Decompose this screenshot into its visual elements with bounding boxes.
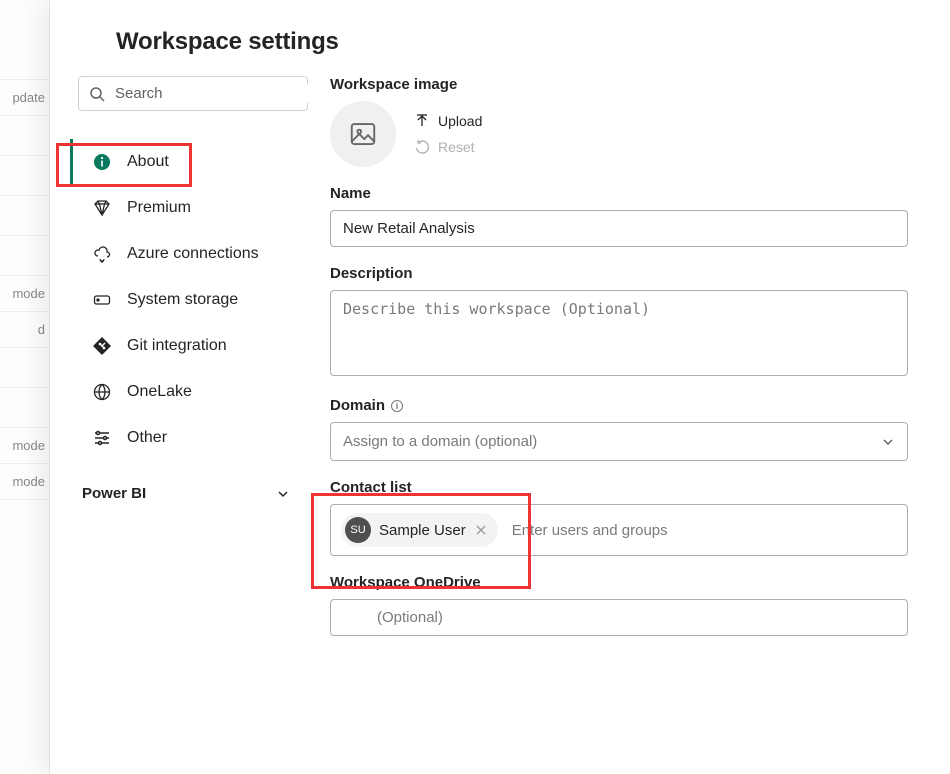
search-icon [89, 86, 105, 102]
reset-icon [414, 139, 430, 155]
nav-label: Azure connections [127, 245, 259, 263]
field-label-name: Name [330, 185, 908, 202]
domain-select[interactable]: Assign to a domain (optional) [330, 422, 908, 461]
nav-label: About [127, 153, 169, 171]
field-label-contact: Contact list [330, 479, 908, 496]
reset-button: Reset [414, 139, 482, 155]
nav-label: Git integration [127, 337, 227, 355]
workspace-image-placeholder[interactable] [330, 101, 396, 167]
onedrive-input[interactable] [330, 599, 908, 636]
field-label-image: Workspace image [330, 76, 908, 93]
search-input-container[interactable] [78, 76, 308, 111]
section-label: Power BI [82, 485, 146, 502]
settings-panel: Workspace settings Abou [50, 0, 950, 774]
nav-label: Premium [127, 199, 191, 217]
section-power-bi[interactable]: Power BI [70, 461, 300, 512]
description-input[interactable] [330, 290, 908, 376]
contact-input[interactable] [510, 521, 897, 540]
nav-label: OneLake [127, 383, 192, 401]
diamond-icon [91, 197, 113, 219]
nav-item-onelake[interactable]: OneLake [70, 369, 300, 415]
workspace-image-section: Workspace image Upload [330, 76, 908, 167]
onelake-icon [91, 381, 113, 403]
contact-list-input[interactable]: SU Sample User [330, 504, 908, 556]
nav-list: About Premium Azure connections [70, 139, 300, 461]
remove-chip-button[interactable] [474, 525, 488, 535]
content-pane: Workspace image Upload [320, 76, 918, 654]
chevron-down-icon [881, 435, 895, 449]
nav-item-azure[interactable]: Azure connections [70, 231, 300, 277]
nav-label: System storage [127, 291, 238, 309]
sliders-icon [91, 427, 113, 449]
field-label-description: Description [330, 265, 908, 282]
nav-item-other[interactable]: Other [70, 415, 300, 461]
search-input[interactable] [113, 84, 316, 103]
name-input[interactable] [330, 210, 908, 247]
info-icon [91, 151, 113, 173]
nav-item-about[interactable]: About [70, 139, 300, 185]
background-clipped-list: pdate mode d mode mode [0, 0, 50, 774]
field-label-domain: Domain i [330, 397, 908, 414]
upload-icon [414, 113, 430, 129]
chip-name: Sample User [379, 522, 466, 539]
image-icon [348, 119, 378, 149]
upload-button[interactable]: Upload [414, 113, 482, 129]
sidebar: About Premium Azure connections [70, 76, 320, 654]
page-title: Workspace settings [116, 28, 918, 56]
info-icon: i [391, 400, 403, 412]
nav-item-storage[interactable]: System storage [70, 277, 300, 323]
field-label-onedrive: Workspace OneDrive [330, 574, 908, 591]
nav-label: Other [127, 429, 167, 447]
git-icon [91, 335, 113, 357]
cloud-icon [91, 243, 113, 265]
nav-item-git[interactable]: Git integration [70, 323, 300, 369]
storage-icon [91, 289, 113, 311]
chevron-down-icon [276, 487, 290, 501]
avatar: SU [345, 517, 371, 543]
user-chip: SU Sample User [341, 513, 498, 547]
nav-item-premium[interactable]: Premium [70, 185, 300, 231]
